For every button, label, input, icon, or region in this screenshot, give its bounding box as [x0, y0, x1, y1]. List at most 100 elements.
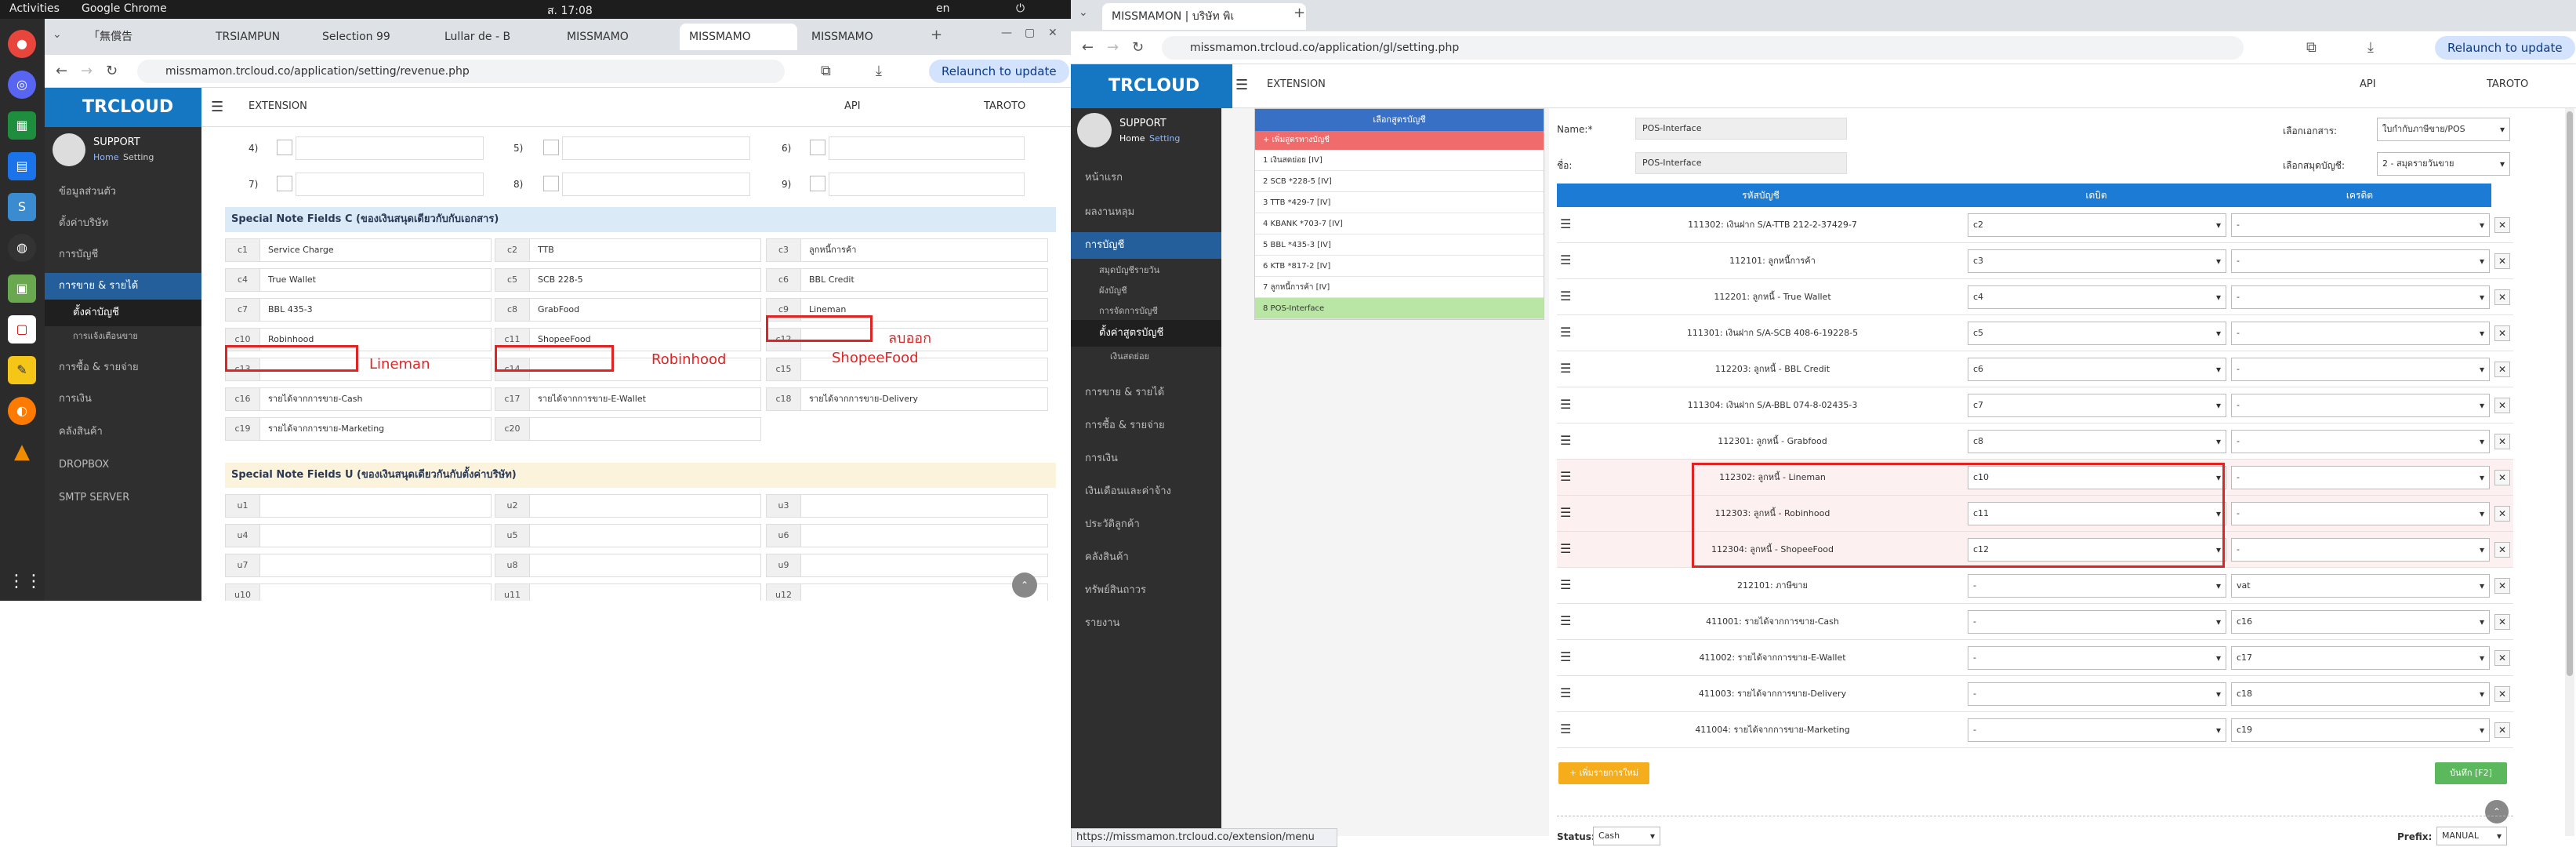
credit-select[interactable]: c19: [2231, 718, 2490, 742]
scrollbar[interactable]: [2565, 108, 2574, 836]
remove-row-icon[interactable]: ✕: [2494, 362, 2510, 377]
c-field-8[interactable]: c8 GrabFood: [495, 298, 761, 322]
relaunch-button[interactable]: Relaunch to update: [929, 60, 1069, 83]
globe-icon[interactable]: ◍: [8, 234, 36, 262]
debit-select[interactable]: -: [1968, 718, 2226, 742]
formula-item-5[interactable]: 5 BBL *435-3 [IV]: [1255, 234, 1544, 256]
active-app-label[interactable]: Google Chrome: [82, 2, 167, 15]
api-link[interactable]: API: [844, 100, 861, 112]
c-field-19[interactable]: c19 รายได้จากการขาย-Marketing: [225, 417, 492, 441]
language-indicator[interactable]: en: [936, 2, 950, 15]
add-formula-button[interactable]: + เพิ่มสูตรทางบัญชี: [1255, 131, 1544, 150]
drag-handle-icon[interactable]: ☰: [1560, 541, 1571, 556]
c-field-18[interactable]: c18 รายได้จากการขาย-Delivery: [766, 387, 1048, 411]
u-field-11[interactable]: u11: [495, 583, 761, 601]
remove-row-icon[interactable]: ✕: [2494, 686, 2510, 702]
checkbox[interactable]: [277, 140, 292, 155]
drag-handle-icon[interactable]: ☰: [1560, 649, 1571, 664]
c-field-3[interactable]: c3 ลูกหนี้การค้า: [766, 238, 1048, 262]
tab-1[interactable]: 「無償告: [79, 24, 201, 50]
sidebar-item-sales[interactable]: การขาย & รายได้: [45, 273, 201, 300]
text-field[interactable]: [562, 173, 750, 196]
credit-select[interactable]: -: [2231, 466, 2490, 489]
sidebar-item-customer-history[interactable]: ประวัติลูกค้า: [1071, 511, 1221, 538]
c-field-6[interactable]: c6 BBL Credit: [766, 268, 1048, 292]
remove-row-icon[interactable]: ✕: [2494, 325, 2510, 341]
calculator-icon[interactable]: ▣: [8, 274, 36, 303]
back-icon[interactable]: ←: [1082, 39, 1094, 56]
drag-handle-icon[interactable]: ☰: [1560, 505, 1571, 520]
formula-item-3[interactable]: 3 TTB *429-7 [IV]: [1255, 192, 1544, 213]
debit-select[interactable]: -: [1968, 682, 2226, 706]
debit-select[interactable]: c4: [1968, 285, 2226, 309]
reload-icon[interactable]: ↻: [1132, 39, 1144, 56]
sidebar-item-purchase[interactable]: การซื้อ & รายจ่าย: [1071, 413, 1221, 439]
debit-select[interactable]: c2: [1968, 213, 2226, 237]
debit-select[interactable]: c7: [1968, 394, 2226, 417]
forward-icon[interactable]: →: [1107, 39, 1119, 56]
new-tab-icon[interactable]: +: [931, 27, 942, 43]
sidebar-item-dropbox[interactable]: DROPBOX: [45, 452, 201, 478]
extension-link[interactable]: EXTENSION: [1267, 78, 1326, 90]
tab-active[interactable]: MISSMAMON | บริษัท พิเ: [1102, 3, 1306, 30]
sidebar-item-accounting[interactable]: การบัญชี: [1071, 232, 1221, 259]
sidebar-item-account-setting[interactable]: ตั้งค่าบัญชี: [45, 300, 201, 326]
c-field-5[interactable]: c5 SCB 228-5: [495, 268, 761, 292]
formula-item-6[interactable]: 6 KTB *817-2 [IV]: [1255, 256, 1544, 277]
text-field[interactable]: [829, 136, 1025, 160]
name-input[interactable]: POS-Interface: [1635, 118, 1847, 140]
credit-select[interactable]: -: [2231, 249, 2490, 273]
activities-button[interactable]: Activities: [9, 2, 60, 15]
checkbox[interactable]: [810, 176, 825, 191]
credit-select[interactable]: -: [2231, 538, 2490, 562]
credit-select[interactable]: -: [2231, 285, 2490, 309]
u-field-7[interactable]: u7: [225, 554, 492, 577]
u-field-8[interactable]: u8: [495, 554, 761, 577]
forward-icon[interactable]: →: [81, 63, 93, 79]
download-icon[interactable]: ⤓: [876, 63, 882, 79]
sidebar-item-company[interactable]: ตั้งค่าบริษัท: [45, 210, 201, 237]
close-window-icon[interactable]: ✕: [1048, 27, 1058, 39]
checkbox[interactable]: [543, 140, 559, 155]
remove-row-icon[interactable]: ✕: [2494, 253, 2510, 269]
c-field-4[interactable]: c4 True Wallet: [225, 268, 492, 292]
sidebar-item-sales-alert[interactable]: การแจ้งเตือนขาย: [45, 323, 201, 350]
u-field-4[interactable]: u4: [225, 524, 492, 547]
debit-select[interactable]: -: [1968, 610, 2226, 634]
u-field-5[interactable]: u5: [495, 524, 761, 547]
remove-row-icon[interactable]: ✕: [2494, 506, 2510, 522]
app-icon[interactable]: S: [8, 193, 36, 221]
checkbox[interactable]: [543, 176, 559, 191]
debit-select[interactable]: -: [1968, 574, 2226, 598]
checkbox[interactable]: [810, 140, 825, 155]
user-menu[interactable]: TAROTO: [984, 100, 1025, 112]
c-field-17[interactable]: c17 รายได้จากการขาย-E-Wallet: [495, 387, 761, 411]
sidebar-item-fixed-assets[interactable]: ทรัพย์สินถาวร: [1071, 577, 1221, 604]
remove-row-icon[interactable]: ✕: [2494, 470, 2510, 485]
alias-input[interactable]: POS-Interface: [1635, 152, 1847, 174]
tab-3[interactable]: Selection 99: [313, 24, 430, 50]
notes-icon[interactable]: ✎: [8, 356, 36, 384]
sidebar-item-sales[interactable]: การขาย & รายได้: [1071, 380, 1221, 406]
u-field-2[interactable]: u2: [495, 494, 761, 518]
drag-handle-icon[interactable]: ☰: [1560, 397, 1571, 412]
drag-handle-icon[interactable]: ☰: [1560, 325, 1571, 340]
formula-item-2[interactable]: 2 SCB *228-5 [IV]: [1255, 171, 1544, 192]
app-grid-icon[interactable]: ⋮⋮⋮: [8, 568, 60, 596]
extension-link[interactable]: EXTENSION: [249, 100, 307, 112]
drag-handle-icon[interactable]: ☰: [1560, 722, 1571, 736]
pdf-icon[interactable]: ▢: [8, 315, 36, 344]
u-field-12[interactable]: u12: [766, 583, 1048, 601]
relaunch-button[interactable]: Relaunch to update: [2435, 36, 2575, 60]
postman-icon[interactable]: ◐: [8, 397, 36, 425]
status-select[interactable]: Cash: [1593, 827, 1660, 845]
new-tab-icon[interactable]: +: [1293, 5, 1305, 21]
drag-handle-icon[interactable]: ☰: [1560, 361, 1571, 376]
remove-row-icon[interactable]: ✕: [2494, 650, 2510, 666]
drag-handle-icon[interactable]: ☰: [1560, 216, 1571, 231]
drag-handle-icon[interactable]: ☰: [1560, 289, 1571, 304]
url-input[interactable]: missmamon.trcloud.co/application/gl/sett…: [1162, 36, 2244, 60]
tab-5[interactable]: MISSMAMO: [557, 24, 675, 50]
sidebar-item-inventory[interactable]: คลังสินค้า: [1071, 544, 1221, 571]
debit-select[interactable]: c5: [1968, 322, 2226, 345]
